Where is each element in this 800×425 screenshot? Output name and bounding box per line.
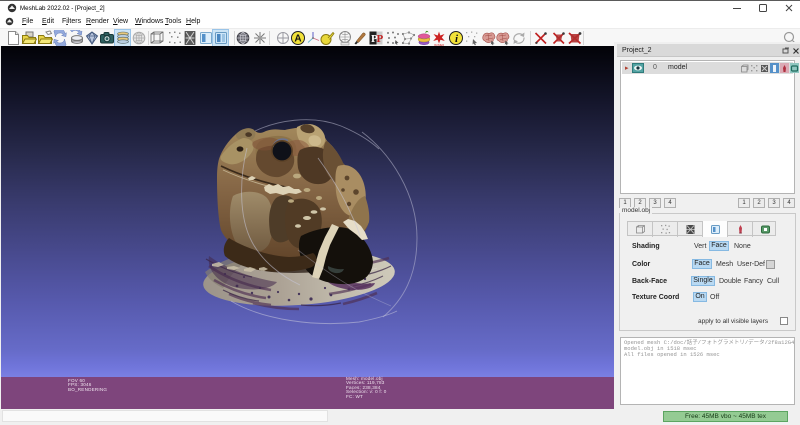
svg-text:P: P	[377, 33, 384, 45]
svg-text:A: A	[294, 34, 301, 45]
